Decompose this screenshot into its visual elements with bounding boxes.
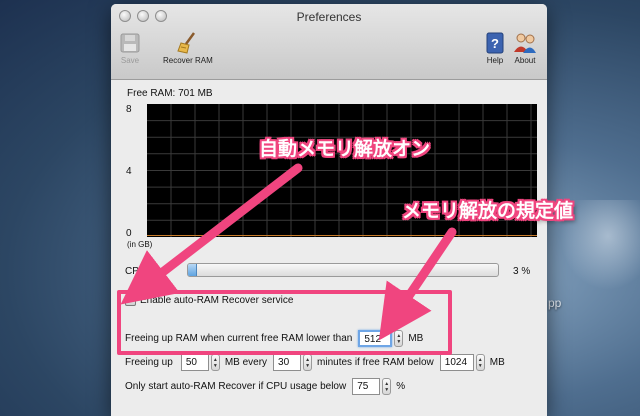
window-title: Preferences — [296, 10, 362, 24]
about-button[interactable]: About — [512, 30, 538, 65]
people-icon — [512, 30, 538, 56]
cpu-limit-label: Only start auto-RAM Recover if CPU usage… — [125, 381, 347, 392]
cpu-usage-value: 3 % — [513, 266, 531, 277]
cpu-label: CPU — [125, 266, 147, 277]
minutes-stepper[interactable]: ▲ ▼ — [303, 354, 313, 371]
cpu-limit-input[interactable]: 75 — [352, 378, 381, 395]
free-ram-line — [147, 235, 537, 236]
y-axis-tick-8: 8 — [126, 104, 132, 115]
free-ram-label: Free RAM: 701 MB — [127, 88, 213, 99]
svg-text:?: ? — [491, 36, 499, 51]
annotation-highlight-box — [117, 290, 452, 355]
desktop-label-fragment: pp — [548, 296, 562, 310]
minutes-input[interactable]: 30 — [273, 354, 302, 371]
minutes-label: minutes if free RAM below — [317, 357, 434, 368]
save-label: Save — [120, 56, 140, 65]
help-label: Help — [486, 56, 504, 65]
cpu-usage-fill — [188, 264, 198, 276]
save-button[interactable]: Save — [117, 30, 143, 65]
unit-label: (in GB) — [127, 240, 153, 249]
free-amount-input[interactable]: 50 — [180, 354, 209, 371]
y-axis-tick-4: 4 — [126, 166, 132, 177]
annotation-release-threshold: メモリ解放の規定値 — [402, 200, 574, 222]
help-button[interactable]: ? Help — [482, 30, 508, 65]
recover-ram-button[interactable]: Recover RAM — [163, 30, 213, 65]
below-stepper[interactable]: ▲ ▼ — [475, 354, 485, 371]
cpu-usage-bar — [187, 263, 499, 277]
about-label: About — [514, 56, 536, 65]
free-amount-stepper[interactable]: ▲ ▼ — [210, 354, 220, 371]
y-axis-tick-0: 0 — [126, 228, 132, 239]
recover-ram-label: Recover RAM — [163, 56, 213, 65]
annotation-auto-release-on: 自動メモリ解放オン — [259, 138, 431, 160]
cpu-limit-row: Only start auto-RAM Recover if CPU usage… — [125, 378, 405, 395]
below-input[interactable]: 1024 — [439, 354, 474, 371]
every-label: MB every — [224, 357, 268, 368]
below-unit: MB — [489, 357, 505, 368]
cpu-limit-stepper[interactable]: ▲ ▼ — [382, 378, 392, 395]
cpu-limit-unit: % — [396, 381, 406, 392]
broom-icon — [175, 30, 201, 56]
help-book-icon: ? — [482, 30, 508, 56]
free-amount-label: Freeing up — [125, 357, 173, 368]
floppy-disk-icon — [117, 30, 143, 56]
title-bar: Preferences Save Recover RAM ? Help Abou… — [111, 4, 547, 80]
free-amount-row: Freeing up 50 ▲ ▼ MB every 30 ▲ ▼ minutes … — [125, 354, 505, 371]
